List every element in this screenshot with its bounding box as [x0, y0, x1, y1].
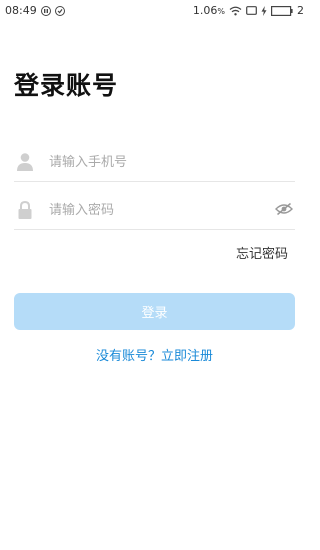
password-input[interactable]: [49, 197, 269, 223]
status-left: 08:49: [5, 4, 65, 17]
register-link[interactable]: 没有账号？立即注册: [0, 345, 309, 364]
status-speed-unit: %: [217, 7, 225, 16]
status-time: 08:49: [5, 4, 37, 17]
status-speed: 1.06%: [192, 4, 225, 17]
status-notification-count: 2: [297, 4, 304, 17]
eye-off-icon[interactable]: [275, 202, 293, 216]
lock-icon: [16, 200, 34, 220]
phone-input[interactable]: [49, 149, 269, 175]
user-icon: [16, 152, 34, 172]
wifi-icon: [229, 6, 242, 16]
login-button[interactable]: 登录: [14, 293, 295, 330]
forgot-password-link[interactable]: 忘记密码: [236, 243, 288, 262]
pause-circle-icon: [40, 5, 51, 16]
check-circle-icon: [54, 5, 65, 16]
page-title: 登录账号: [14, 71, 119, 100]
password-field-row: [14, 190, 295, 230]
status-bar: 08:49 1.06% 2: [0, 0, 309, 22]
phone-field-row: [14, 142, 295, 182]
screen-icon: [246, 6, 257, 15]
status-right: 1.06% 2: [193, 4, 304, 17]
battery-icon: [271, 5, 293, 16]
bolt-icon: [261, 5, 267, 16]
